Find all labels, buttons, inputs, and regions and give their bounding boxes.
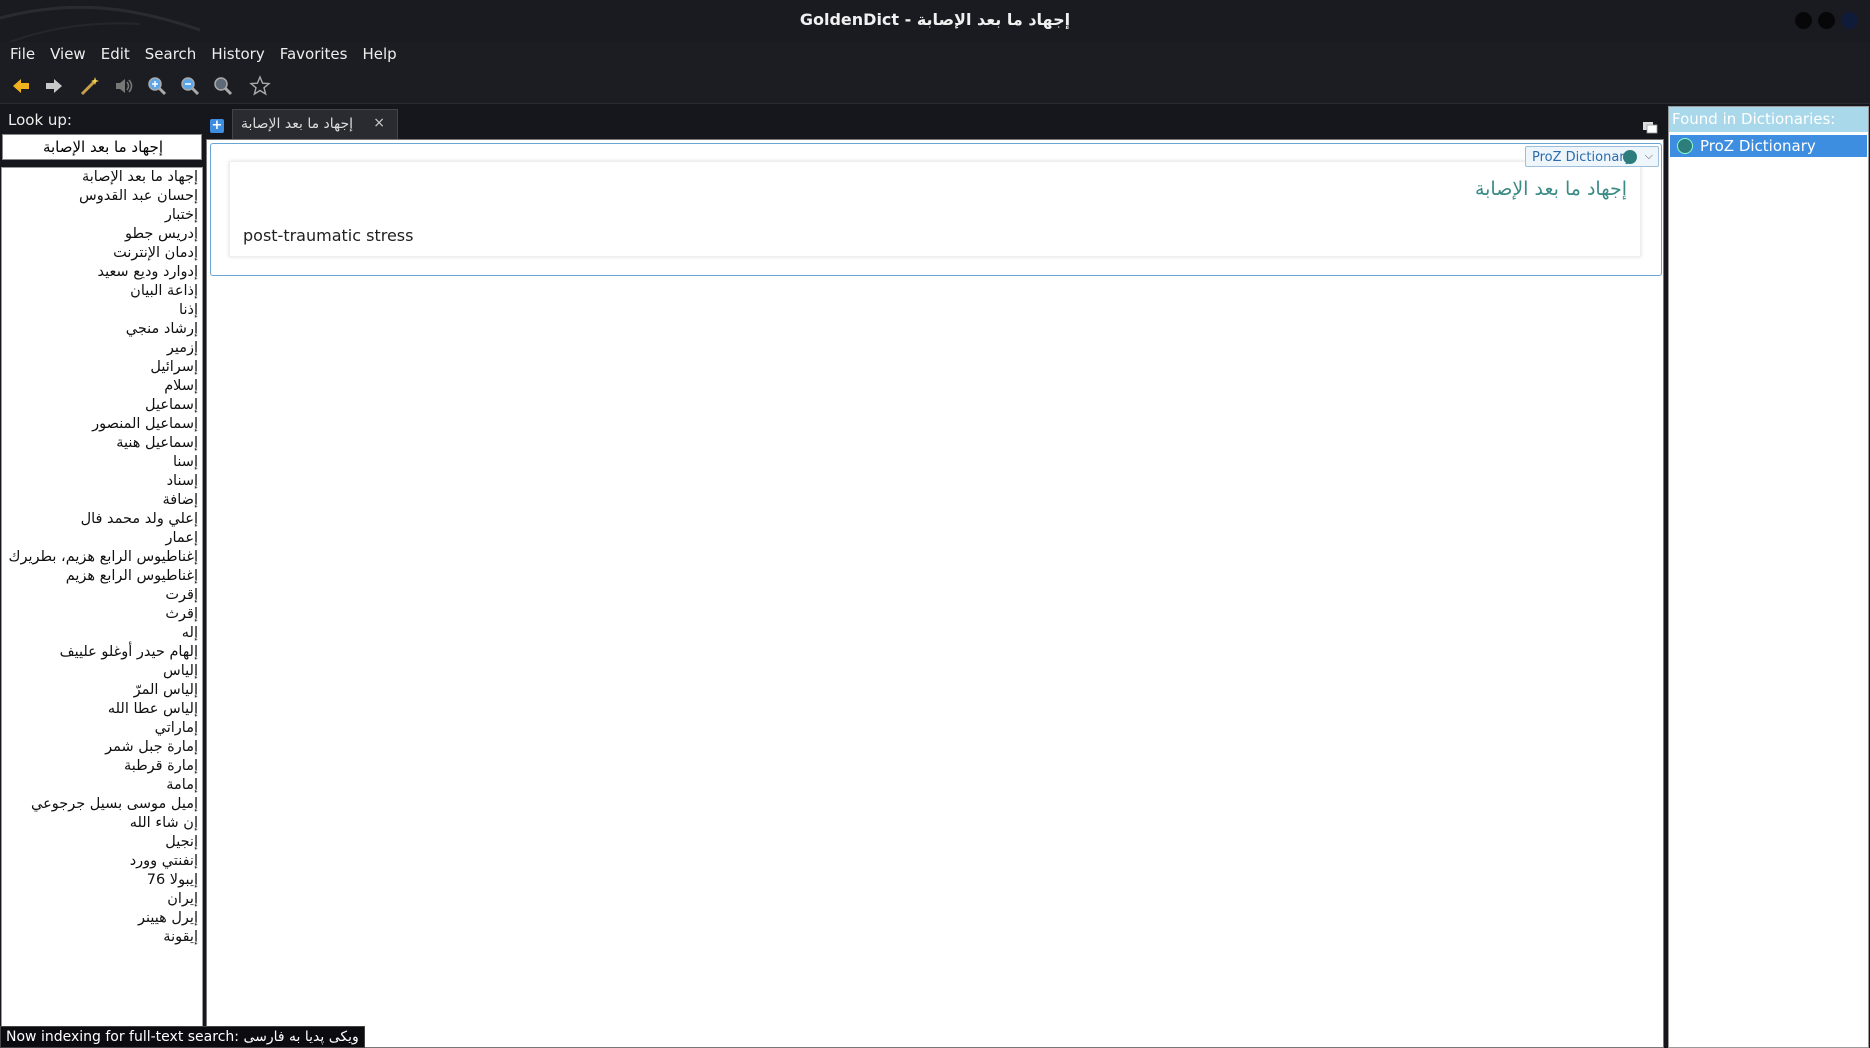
tab-bar: + إجهاد ما بعد الإصابة ×	[206, 109, 1664, 139]
article-view: إجهاد ما بعد الإصابة post-traumatic stre…	[206, 139, 1664, 1048]
zoom-in-icon[interactable]	[144, 73, 170, 99]
word-list-item[interactable]: إميل موسى بسيل جرجوعي	[2, 795, 202, 814]
window-title: GoldenDict - إجهاد ما بعد الإصابة	[799, 10, 1071, 29]
word-list-item[interactable]: إضافة	[2, 491, 202, 510]
word-list-item[interactable]: إنجيل	[2, 833, 202, 852]
back-arrow-icon[interactable]	[8, 73, 34, 99]
word-list-item[interactable]: إسماعيل المنصور	[2, 415, 202, 434]
found-dictionary-label: ProZ Dictionary	[1700, 137, 1816, 155]
word-list-item[interactable]: إنفنتي وورد	[2, 852, 202, 871]
article-frame: إجهاد ما بعد الإصابة post-traumatic stre…	[210, 143, 1662, 276]
word-list-item[interactable]: إيران	[2, 890, 202, 909]
collapse-chevron-icon[interactable]: ⌵	[1645, 149, 1653, 163]
word-list-item[interactable]: إذنا	[2, 301, 202, 320]
word-list-item[interactable]: إقرت	[2, 586, 202, 605]
menu-view[interactable]: View	[50, 42, 86, 67]
toolbar	[0, 67, 1870, 104]
menu-favorites[interactable]: Favorites	[280, 42, 348, 67]
word-list-item[interactable]: إزمير	[2, 339, 202, 358]
maximize-button[interactable]	[1818, 12, 1835, 29]
zoom-reset-icon[interactable]	[210, 73, 236, 99]
word-list-item[interactable]: إيبولا 76	[2, 871, 202, 890]
tab-list-menu-icon[interactable]	[1642, 119, 1658, 138]
minimize-button[interactable]	[1795, 12, 1812, 29]
word-list-item[interactable]: إسماعيل	[2, 396, 202, 415]
word-list-item[interactable]: إحسان عبد القدوس	[2, 187, 202, 206]
close-window-button[interactable]	[1841, 12, 1858, 29]
menu-bar: File View Edit Search History Favorites …	[0, 42, 1870, 67]
menu-help[interactable]: Help	[362, 42, 396, 67]
word-list-item[interactable]: إيقونة	[2, 928, 202, 947]
found-in-header: Found in Dictionaries:	[1669, 107, 1868, 132]
tab-article[interactable]: إجهاد ما بعد الإصابة ×	[232, 109, 398, 139]
word-list-item[interactable]: إن شاء الله	[2, 814, 202, 833]
found-dictionary-item[interactable]: ProZ Dictionary	[1670, 135, 1867, 157]
pronounce-speaker-icon[interactable]	[111, 73, 137, 99]
dictionary-name: ProZ Dictionary	[1532, 150, 1633, 165]
word-list-item[interactable]: إختبار	[2, 206, 202, 225]
word-list-item[interactable]: إدمان الإنترنت	[2, 244, 202, 263]
title-bar: GoldenDict - إجهاد ما بعد الإصابة	[0, 0, 1870, 42]
word-list-item[interactable]: إذاعة البيان	[2, 282, 202, 301]
add-to-favorites-star-icon[interactable]	[247, 73, 273, 99]
menu-history[interactable]: History	[211, 42, 264, 67]
word-list-item[interactable]: إقرث	[2, 605, 202, 624]
word-list-item[interactable]: إمارة قرطبة	[2, 757, 202, 776]
definition-box: إجهاد ما بعد الإصابة post-traumatic stre…	[229, 161, 1641, 257]
tab-label: إجهاد ما بعد الإصابة	[241, 116, 354, 132]
scan-popup-wand-icon[interactable]	[77, 73, 103, 99]
word-list-item[interactable]: إماراتي	[2, 719, 202, 738]
word-list-item[interactable]: إسماعيل هنية	[2, 434, 202, 453]
word-list-item[interactable]: إجهاد ما بعد الإصابة	[2, 168, 202, 187]
word-list-item[interactable]: إمامة	[2, 776, 202, 795]
word-list-item[interactable]: إغناطيوس الرابع هزيم	[2, 567, 202, 586]
word-list-item[interactable]: إسرائيل	[2, 358, 202, 377]
word-list-item[interactable]: إلهام حيدر أوغلو علييف	[2, 643, 202, 662]
word-list-item[interactable]: إلياس	[2, 662, 202, 681]
found-in-dictionaries-panel: Found in Dictionaries: ProZ Dictionary	[1668, 106, 1869, 1048]
word-list-item[interactable]: إيرل هيينر	[2, 909, 202, 928]
status-bar: Now indexing for full-text search: ویکی …	[0, 1026, 365, 1048]
word-list-item[interactable]: إعمار	[2, 529, 202, 548]
word-list-item[interactable]: إلياس المرّ	[2, 681, 202, 700]
word-list-item[interactable]: إله	[2, 624, 202, 643]
dictionary-icon	[1677, 138, 1693, 154]
dictionary-header[interactable]: ProZ Dictionary ⌵	[1525, 146, 1659, 167]
word-list-item[interactable]: إدوارد وديع سعيد	[2, 263, 202, 282]
word-list-item[interactable]: إدريس جطو	[2, 225, 202, 244]
new-tab-button[interactable]: +	[210, 119, 224, 133]
zoom-out-icon[interactable]	[177, 73, 203, 99]
word-list-item[interactable]: إلياس عطا الله	[2, 700, 202, 719]
word-list[interactable]: إجهاد ما بعد الإصابة إحسان عبد القدوس إختب…	[1, 167, 203, 1030]
word-list-item[interactable]: إسناد	[2, 472, 202, 491]
word-list-item[interactable]: إغناطيوس الرابع هزيم، بطريرك	[2, 548, 202, 567]
menu-edit[interactable]: Edit	[101, 42, 130, 67]
word-list-item[interactable]: إسنا	[2, 453, 202, 472]
tab-close-icon[interactable]: ×	[373, 115, 385, 131]
word-list-item[interactable]: إعلي ولد محمد فال	[2, 510, 202, 529]
definition-text: post-traumatic stress	[243, 226, 414, 245]
lookup-input[interactable]	[2, 134, 202, 160]
forward-arrow-icon[interactable]	[41, 73, 67, 99]
word-list-item[interactable]: إسلام	[2, 377, 202, 396]
dictionary-icon	[1623, 150, 1637, 164]
menu-file[interactable]: File	[10, 42, 35, 67]
menu-search[interactable]: Search	[145, 42, 197, 67]
word-list-item[interactable]: إرشاد منجي	[2, 320, 202, 339]
lookup-label: Look up:	[8, 111, 72, 129]
word-list-item[interactable]: إمارة جبل شمر	[2, 738, 202, 757]
headword: إجهاد ما بعد الإصابة	[1474, 178, 1627, 200]
